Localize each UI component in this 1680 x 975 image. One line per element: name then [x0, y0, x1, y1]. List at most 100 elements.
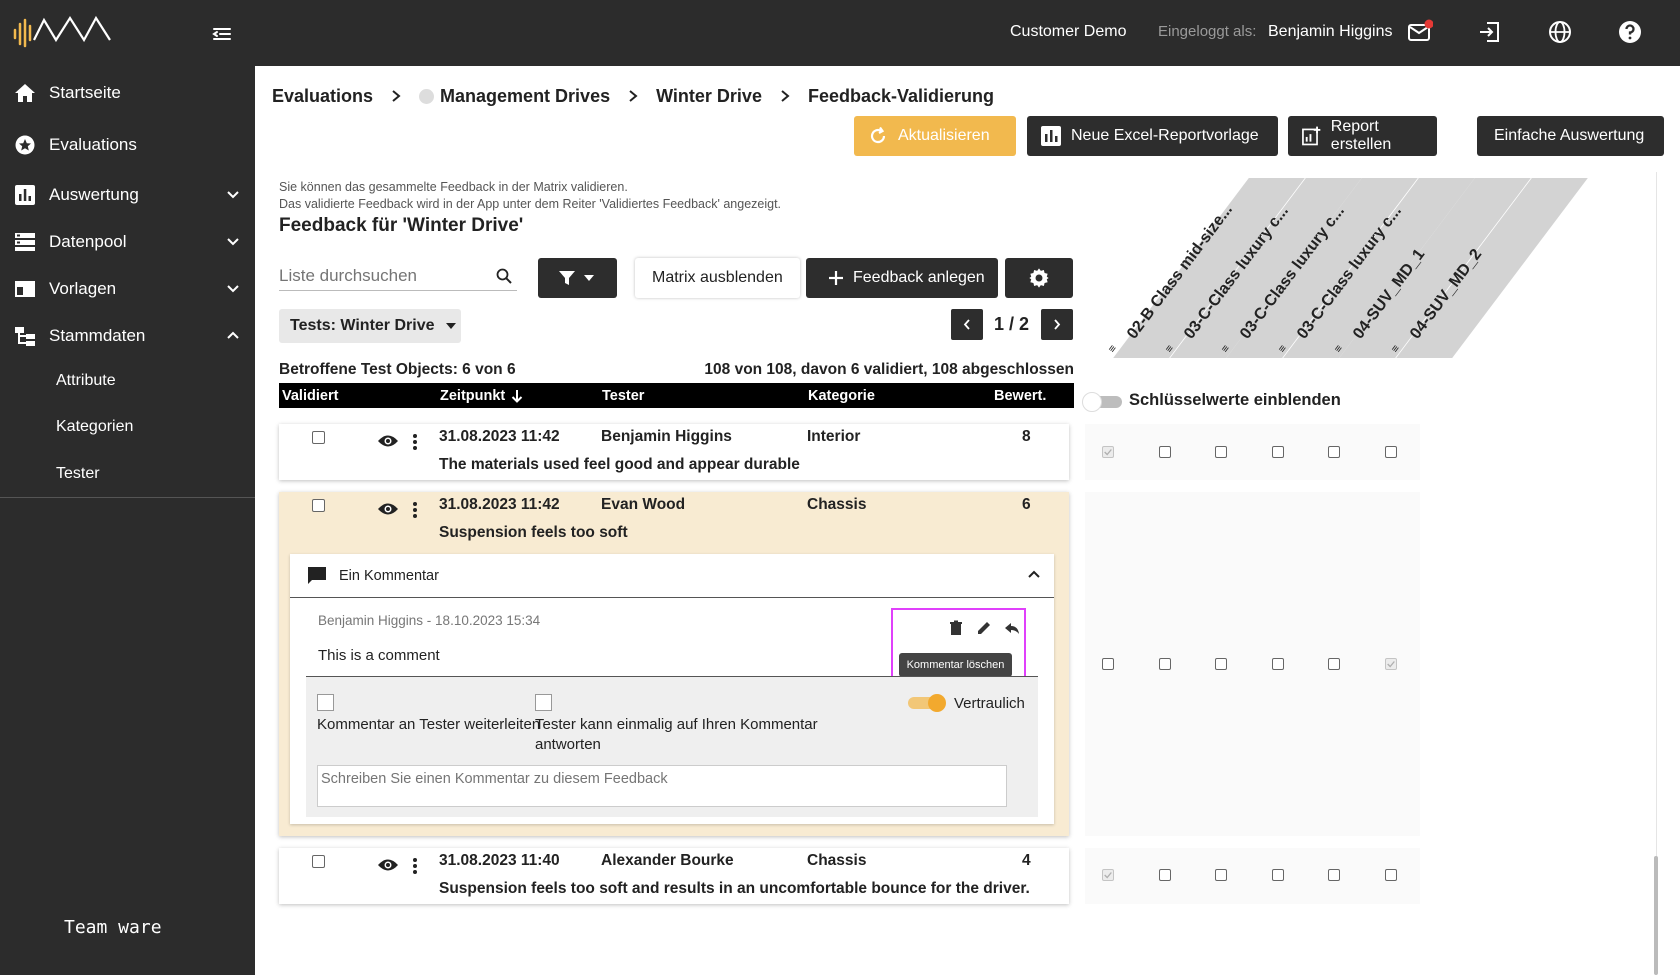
matrix-checkbox[interactable] — [1215, 446, 1227, 458]
breadcrumb-winter-drive[interactable]: Winter Drive — [656, 86, 762, 107]
sidebar-item-vorlagen[interactable]: Vorlagen — [0, 268, 255, 310]
col-kategorie[interactable]: Kategorie — [808, 388, 875, 404]
sidebar-item-evaluations[interactable]: Evaluations — [0, 124, 255, 166]
confidential-toggle[interactable] — [908, 694, 948, 712]
validated-checkbox[interactable] — [312, 431, 325, 444]
matrix-checkbox[interactable] — [1158, 869, 1171, 881]
simple-evaluation-button[interactable]: Einfache Auswertung — [1477, 116, 1664, 156]
eye-icon[interactable] — [377, 857, 399, 873]
table-row[interactable]: 31.08.2023 11:42 Benjamin Higgins Interi… — [279, 424, 1069, 480]
matrix-checkbox[interactable] — [1328, 658, 1340, 670]
matrix-checkbox[interactable] — [1215, 869, 1227, 881]
matrix-checkbox[interactable] — [1384, 446, 1397, 458]
help-icon[interactable] — [1617, 19, 1643, 45]
row-time: 31.08.2023 11:42 — [439, 496, 560, 513]
svg-text:Team ware: Team ware — [64, 917, 162, 938]
breadcrumb-management-drives[interactable]: Management Drives — [440, 86, 610, 107]
matrix-checkbox[interactable] — [1271, 446, 1284, 458]
sidebar-item-label: Evaluations — [49, 135, 137, 154]
refresh-button[interactable]: Aktualisieren — [854, 116, 1016, 156]
caret-down-icon — [584, 275, 594, 281]
row-feedback-text: Suspension feels too soft — [439, 524, 628, 541]
matrix-checkbox-checked[interactable] — [1102, 446, 1114, 458]
eye-icon[interactable] — [377, 501, 399, 517]
sidebar-item-startseite[interactable]: Startseite — [0, 72, 255, 114]
chevron-up-icon[interactable] — [1027, 569, 1041, 579]
col-bewertung[interactable]: Bewert. — [994, 388, 1046, 404]
breadcrumb-evaluations[interactable]: Evaluations — [272, 86, 373, 107]
search-input[interactable] — [279, 261, 517, 291]
sidebar-item-datenpool[interactable]: Datenpool — [0, 221, 255, 263]
table-header: Validiert Zeitpunkt Tester Kategorie Bew… — [279, 383, 1074, 408]
row-feedback-text: Suspension feels too soft and results in… — [439, 880, 1030, 897]
sidebar-subitem-attribute[interactable]: Attribute — [56, 372, 116, 390]
home-icon — [15, 84, 35, 102]
sidebar-subitem-kategorien[interactable]: Kategorien — [56, 418, 133, 436]
logged-in-user: Benjamin Higgins — [1268, 23, 1393, 40]
collapse-menu-icon[interactable] — [210, 22, 234, 46]
matrix-checkbox[interactable] — [1271, 869, 1284, 881]
create-report-button[interactable]: Report erstellen — [1288, 116, 1437, 156]
next-page-button[interactable] — [1041, 309, 1073, 340]
matrix-checkbox[interactable] — [1328, 446, 1340, 458]
validated-checkbox[interactable] — [312, 499, 325, 512]
row-tester: Alexander Bourke — [601, 852, 734, 869]
search-icon[interactable] — [496, 268, 512, 284]
logged-in-label: Eingeloggt als: — [1158, 23, 1257, 40]
excel-label: Neue Excel-Reportvorlage — [1071, 127, 1259, 144]
matrix-checkbox[interactable] — [1102, 658, 1114, 670]
matrix-checkbox[interactable] — [1158, 446, 1171, 458]
matrix-checkbox[interactable] — [1271, 658, 1284, 670]
col-tester[interactable]: Tester — [602, 388, 644, 404]
matrix-row-bg — [1085, 848, 1420, 904]
row-time: 31.08.2023 11:42 — [439, 428, 560, 445]
customer-name: Customer Demo — [1010, 23, 1127, 40]
sidebar-item-stammdaten[interactable]: Stammdaten — [0, 315, 255, 357]
mail-icon[interactable] — [1407, 19, 1433, 45]
sidebar-item-label: Startseite — [49, 83, 121, 102]
settings-button[interactable] — [1005, 258, 1073, 298]
more-vert-icon[interactable] — [412, 857, 418, 875]
forward-to-tester-checkbox[interactable] — [317, 694, 334, 711]
row-rating: 6 — [1022, 496, 1031, 513]
matrix-checkbox[interactable] — [1328, 869, 1340, 881]
key-values-toggle[interactable] — [1082, 392, 1124, 412]
matrix-checkbox-checked[interactable] — [1102, 869, 1114, 881]
add-feedback-button[interactable]: Feedback anlegen — [806, 258, 998, 298]
matrix-checkbox[interactable] — [1384, 869, 1397, 881]
star-badge-icon — [15, 135, 35, 155]
table-row[interactable]: 31.08.2023 11:40 Alexander Bourke Chassi… — [279, 848, 1069, 904]
sidebar-item-label: Stammdaten — [49, 326, 146, 345]
matrix-checkbox[interactable] — [1158, 658, 1171, 670]
more-vert-icon[interactable] — [412, 501, 418, 519]
reply-icon[interactable] — [1004, 620, 1020, 636]
matrix-checkbox-checked[interactable] — [1384, 658, 1397, 670]
hide-matrix-button[interactable]: Matrix ausblenden — [635, 258, 800, 298]
edit-pencil-icon[interactable] — [976, 620, 992, 636]
col-zeitpunkt[interactable]: Zeitpunkt — [440, 388, 505, 404]
hide-matrix-label: Matrix ausblenden — [652, 269, 783, 286]
language-globe-icon[interactable] — [1547, 19, 1573, 45]
col-validiert[interactable]: Validiert — [282, 388, 338, 404]
comment-panel-header[interactable]: Ein Kommentar — [290, 554, 1054, 598]
row-feedback-text: The materials used feel good and appear … — [439, 456, 800, 473]
more-vert-icon[interactable] — [412, 433, 418, 451]
comment-input[interactable] — [317, 765, 1007, 807]
sidebar-subitem-tester[interactable]: Tester — [56, 465, 100, 483]
company-logo — [13, 15, 111, 48]
sidebar-item-auswertung[interactable]: Auswertung — [0, 174, 255, 216]
vertical-scrollbar[interactable] — [1654, 856, 1658, 975]
previous-page-button[interactable] — [951, 309, 983, 340]
validated-checkbox[interactable] — [312, 855, 325, 868]
tests-filter-dropdown[interactable]: Tests: Winter Drive — [279, 309, 461, 343]
new-excel-template-button[interactable]: Neue Excel-Reportvorlage — [1027, 116, 1278, 156]
bar-chart-icon — [15, 185, 35, 205]
plus-icon — [829, 271, 843, 285]
logout-icon[interactable] — [1477, 19, 1503, 45]
delete-icon[interactable] — [948, 620, 964, 636]
matrix-checkbox[interactable] — [1215, 658, 1227, 670]
eye-icon[interactable] — [377, 433, 399, 449]
sort-arrow-down-icon[interactable] — [511, 389, 523, 403]
filter-button[interactable] — [538, 258, 617, 298]
tester-reply-checkbox[interactable] — [535, 694, 552, 711]
